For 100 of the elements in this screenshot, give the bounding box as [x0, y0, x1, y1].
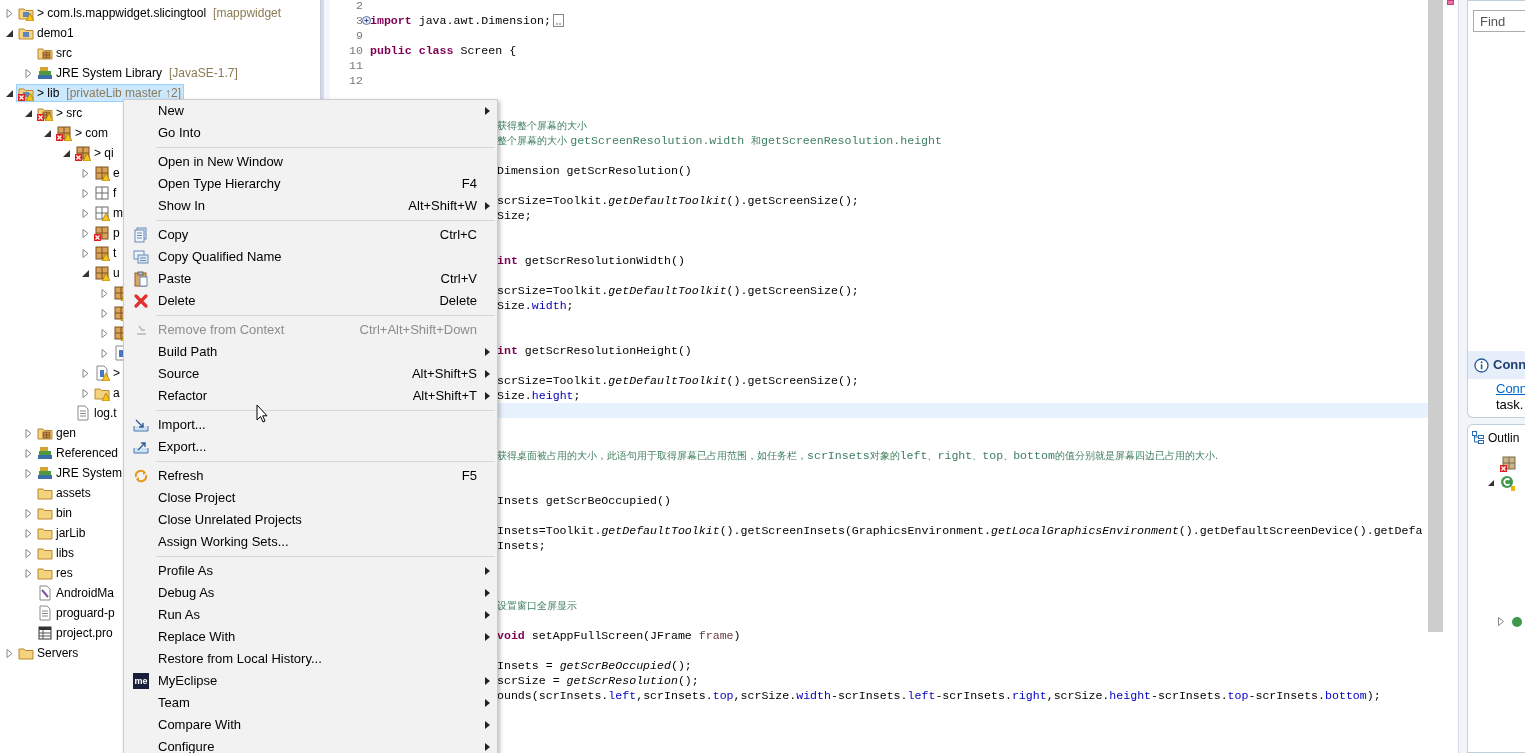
tree-item[interactable]: p [92, 224, 123, 242]
collapsed-code-icon[interactable] [552, 14, 564, 27]
tree-item[interactable]: t [92, 244, 120, 262]
tree-item[interactable]: JRE System Library [JavaSE-1.7] [35, 64, 241, 82]
tree-item[interactable]: res [35, 564, 76, 582]
tree-item[interactable]: libs [35, 544, 77, 562]
expand-arrow-icon[interactable] [23, 508, 33, 518]
menu-item[interactable]: Replace With [124, 626, 497, 648]
code-line: void setAppFullScreen(JFrame frame) [497, 628, 741, 643]
menu-item[interactable]: Copy Qualified Name [124, 246, 497, 268]
menu-item[interactable]: Import... [124, 414, 497, 436]
copy-icon [133, 249, 149, 265]
expand-arrow-icon[interactable] [80, 168, 90, 178]
menu-item[interactable]: Assign Working Sets... [124, 531, 497, 553]
expand-arrow-icon[interactable] [80, 188, 90, 198]
tree-item[interactable]: assets [35, 484, 94, 502]
menu-item[interactable]: Copy Ctrl+C [124, 224, 497, 246]
collapse-arrow-icon[interactable] [1487, 478, 1495, 487]
tree-item[interactable]: JRE System [35, 464, 125, 482]
collapse-arrow-icon[interactable] [61, 148, 71, 158]
tree-item[interactable]: AndroidMa [35, 584, 118, 602]
tree-item[interactable]: demo1 [16, 24, 77, 42]
expand-arrow-icon[interactable] [99, 288, 109, 298]
tree-item[interactable]: e [92, 164, 123, 182]
expand-arrow-icon[interactable] [23, 568, 33, 578]
menu-item[interactable]: Run As [124, 604, 497, 626]
expand-arrow-icon[interactable] [80, 248, 90, 258]
expand-arrow-icon[interactable] [1497, 617, 1505, 626]
menu-item[interactable]: Profile As [124, 560, 497, 582]
expand-arrow-icon[interactable] [23, 528, 33, 538]
expand-arrow-icon[interactable] [4, 648, 14, 658]
collapse-arrow-icon[interactable] [4, 28, 14, 38]
tree-item[interactable]: proguard-p [35, 604, 118, 622]
tree-item[interactable]: m [92, 204, 126, 222]
menu-item[interactable]: Open in New Window [124, 151, 497, 173]
tree-item[interactable]: log.t [73, 404, 120, 422]
collapse-arrow-icon[interactable] [4, 88, 14, 98]
tree-item[interactable]: > [92, 364, 123, 382]
menu-item[interactable]: Paste Ctrl+V [124, 268, 497, 290]
menu-item[interactable]: Close Project [124, 487, 497, 509]
submenu-arrow-icon [484, 567, 490, 575]
expand-arrow-icon[interactable] [80, 388, 90, 398]
expand-arrow-icon[interactable] [80, 368, 90, 378]
tree-item[interactable]: gen [35, 424, 80, 442]
expand-arrow-icon[interactable] [4, 8, 14, 18]
menu-item[interactable]: Build Path [124, 341, 497, 363]
tree-item[interactable]: > src [35, 104, 86, 122]
expand-arrow-icon[interactable] [23, 468, 33, 478]
find-field[interactable]: Find [1473, 10, 1525, 32]
menu-item[interactable]: Export... [124, 436, 497, 458]
fold-expand-icon[interactable] [362, 16, 371, 25]
collapse-arrow-icon[interactable] [80, 268, 90, 278]
expand-arrow-icon[interactable] [80, 208, 90, 218]
tree-item[interactable]: > com [54, 124, 111, 142]
collapse-arrow-icon[interactable] [23, 108, 33, 118]
line-number: 3 [356, 14, 363, 27]
menu-item[interactable]: Open Type Hierarchy F4 [124, 173, 497, 195]
expand-arrow-icon[interactable] [99, 308, 109, 318]
tree-item[interactable]: Servers [16, 644, 82, 662]
expand-arrow-icon[interactable] [80, 228, 90, 238]
menu-item[interactable]: New [124, 100, 497, 122]
menu-item[interactable]: Refactor Alt+Shift+T [124, 385, 497, 407]
code-line: int getScrResolutionHeight() [497, 343, 692, 358]
tree-item[interactable]: bin [35, 504, 75, 522]
expand-arrow-icon[interactable] [23, 548, 33, 558]
menu-item[interactable]: Restore from Local History... [124, 648, 497, 670]
mouse-cursor-icon [256, 404, 268, 423]
import-icon [133, 417, 149, 433]
tree-item[interactable]: src [35, 44, 75, 62]
menu-item[interactable]: Team [124, 692, 497, 714]
menu-item[interactable]: Debug As [124, 582, 497, 604]
expand-arrow-icon[interactable] [23, 448, 33, 458]
collapse-arrow-icon[interactable] [42, 128, 52, 138]
package-icon[interactable] [1500, 455, 1516, 472]
tree-item[interactable]: project.pro [35, 624, 116, 642]
tree-item[interactable]: jarLib [35, 524, 89, 542]
expand-arrow-icon[interactable] [23, 68, 33, 78]
annotation-marker[interactable] [1447, 0, 1454, 5]
expand-arrow-icon[interactable] [23, 428, 33, 438]
tree-item[interactable]: a [92, 384, 123, 402]
expand-arrow-icon[interactable] [99, 328, 109, 338]
line-number: 9 [356, 29, 363, 42]
menu-item[interactable]: Compare With [124, 714, 497, 736]
submenu-arrow-icon [484, 202, 490, 210]
expand-arrow-icon[interactable] [99, 348, 109, 358]
menu-item[interactable]: me MyEclipse [124, 670, 497, 692]
menu-item[interactable]: Delete Delete [124, 290, 497, 312]
submenu-arrow-icon [484, 370, 490, 378]
menu-item[interactable]: Close Unrelated Projects [124, 509, 497, 531]
tree-item[interactable]: Referenced [35, 444, 122, 462]
tree-item[interactable]: f [92, 184, 120, 202]
tree-item[interactable]: > qi [73, 144, 117, 162]
tree-item[interactable]: > com.ls.mappwidget.slicingtool [mappwidget [16, 4, 285, 22]
menu-item[interactable]: Show In Alt+Shift+W [124, 195, 497, 217]
menu-item[interactable]: Source Alt+Shift+S [124, 363, 497, 385]
class-icon[interactable] [1500, 474, 1516, 491]
code-line: Size.height; [497, 388, 581, 403]
menu-item[interactable]: Go Into [124, 122, 497, 144]
menu-item[interactable]: Refresh F5 [124, 465, 497, 487]
tree-item[interactable]: u [92, 264, 123, 282]
